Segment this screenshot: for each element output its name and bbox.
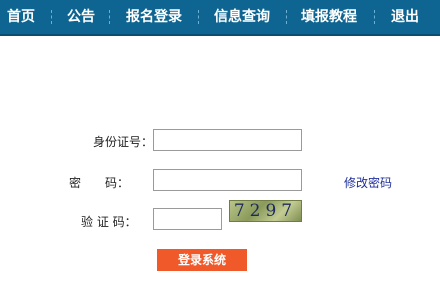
nav-separator	[374, 10, 375, 24]
id-number-label: 身份证号：	[93, 135, 154, 149]
password-label: 密 码：	[69, 176, 130, 190]
captcha-input[interactable]	[153, 208, 222, 230]
nav-registration-login[interactable]: 报名登录	[125, 0, 183, 34]
nav-separator	[51, 10, 52, 24]
nav-separator	[109, 10, 110, 24]
nav-announcements[interactable]: 公告	[66, 0, 96, 34]
id-number-input[interactable]	[153, 129, 302, 151]
captcha-image[interactable]: 7297	[229, 200, 302, 222]
nav-home[interactable]: 首页	[6, 0, 36, 34]
nav-separator	[286, 10, 287, 24]
login-button[interactable]: 登录系统	[157, 249, 247, 271]
captcha-label: 验 证 码：	[81, 215, 137, 229]
nav-logout[interactable]: 退出	[390, 0, 420, 34]
nav-separator	[198, 10, 199, 24]
change-password-link[interactable]: 修改密码	[344, 174, 392, 191]
nav-info-query[interactable]: 信息查询	[213, 0, 271, 34]
nav-tutorial[interactable]: 填报教程	[300, 0, 358, 34]
password-input[interactable]	[153, 169, 302, 191]
top-nav-bar: 首页 公告 报名登录 信息查询 填报教程 退出	[0, 0, 440, 36]
captcha-text: 7297	[233, 201, 298, 221]
